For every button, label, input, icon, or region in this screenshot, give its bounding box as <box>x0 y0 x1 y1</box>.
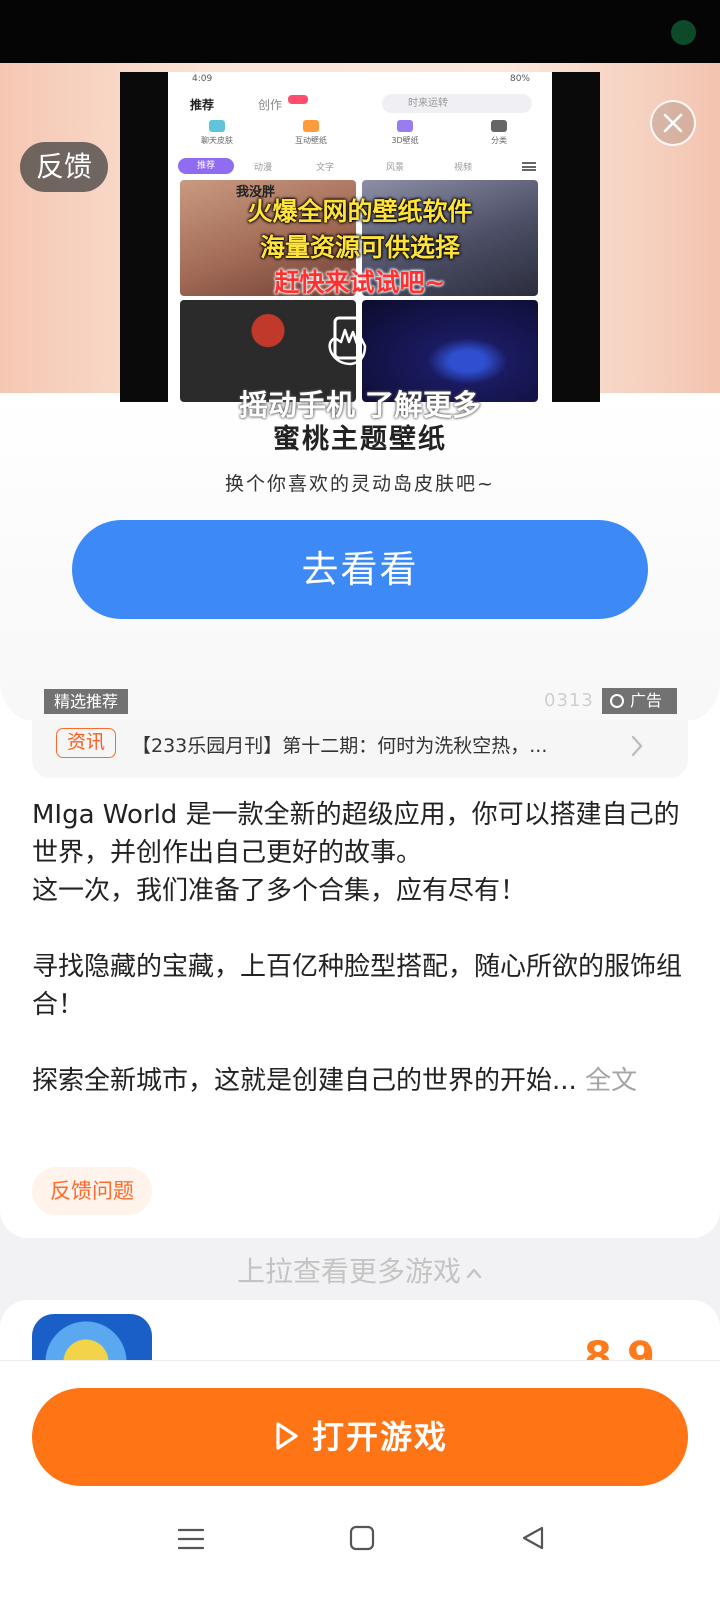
play-icon <box>276 1422 298 1450</box>
ad-title: 蜜桃主题壁纸 <box>273 424 447 455</box>
recent-apps-icon[interactable] <box>178 1527 204 1551</box>
ad-cta-button[interactable]: 去看看 <box>72 520 648 619</box>
description-paragraph: 探索全新城市，这就是创建自己的世界的开始... 全文 <box>32 1062 692 1100</box>
pull-up-hint[interactable]: 上拉查看更多游戏 <box>0 1250 720 1290</box>
video-hot-badge <box>288 95 308 104</box>
video-category-row: 聊天皮肤 互动壁纸 3D壁纸 分类 <box>168 120 552 154</box>
news-bar[interactable]: 资讯 【233乐园月刊】第十二期：何时为洗秋空热，... <box>32 720 688 778</box>
video-subtabs: 推荐 动漫 文字 风景 视频 <box>178 158 542 176</box>
ad-featured-tag: 精选推荐 <box>44 689 129 714</box>
3d-wallpaper-icon <box>397 120 413 132</box>
video-tab-recommend: 推荐 <box>190 98 215 112</box>
video-search-box: 时来运转 <box>382 94 532 113</box>
pull-up-hint-text: 上拉查看更多游戏 <box>236 1255 461 1288</box>
open-game-button[interactable]: 打开游戏 <box>32 1388 688 1486</box>
video-subtab: 视频 <box>454 163 473 173</box>
shake-phone-icon <box>328 316 367 366</box>
game-score: 8.9 <box>584 1334 655 1360</box>
read-full-text-link[interactable]: 全文 <box>585 1066 637 1096</box>
video-overlay-text: 火爆全网的壁纸软件 <box>247 197 473 226</box>
status-bar <box>0 0 720 63</box>
video-phone-status-bar: 4:09 80% <box>168 72 552 88</box>
video-overlay-text: 赶快来试试吧~ <box>274 268 446 297</box>
ad-label: 0313 广告 <box>544 688 677 714</box>
game-icon <box>32 1314 152 1360</box>
video-overlay-text: 海量资源可供选择 <box>259 233 460 262</box>
video-category: 聊天皮肤 <box>182 120 252 146</box>
category-grid-icon <box>491 120 507 132</box>
chevron-right-icon <box>631 735 643 757</box>
video-category: 3D壁纸 <box>370 120 440 146</box>
description-paragraph: 这一次，我们准备了多个合集，应有尽有！ <box>32 876 527 906</box>
game-detail-card: 资讯 【233乐园月刊】第十二期：何时为洗秋空热，... MIga World … <box>0 720 720 1238</box>
report-issue-button[interactable]: 反馈问题 <box>32 1167 152 1215</box>
ad-network-logo-icon <box>610 694 624 708</box>
video-tab-create: 创作 <box>258 98 283 112</box>
news-headline[interactable]: 【233乐园月刊】第十二期：何时为洗秋空热，... <box>132 731 612 758</box>
status-indicator-icon <box>671 20 696 45</box>
back-icon[interactable] <box>520 1525 546 1551</box>
video-status-battery: 80% <box>509 74 530 84</box>
chevron-up-icon <box>466 1268 482 1279</box>
game-description: MIga World 是一款全新的超级应用，你可以搭建自己的世界，并创作出自己更… <box>32 796 692 1100</box>
video-category: 分类 <box>464 120 534 146</box>
chat-skin-icon <box>209 120 225 132</box>
description-text: 探索全新城市，这就是创建自己的世界的开始... <box>32 1066 577 1096</box>
description-paragraph: 寻找隐藏的宝藏，上百亿种脸型搭配，随心所欲的服饰组合！ <box>32 952 683 1020</box>
description-paragraph: MIga World 是一款全新的超级应用，你可以搭建自己的世界，并创作出自己更… <box>32 800 680 868</box>
recommended-game-card[interactable]: 8.9 <box>0 1300 720 1360</box>
video-status-time: 4:09 <box>192 74 213 84</box>
video-app-tabs: 推荐 创作 时来运转 <box>168 92 552 116</box>
ad-close-button[interactable] <box>650 100 696 146</box>
system-navigation-bar <box>0 1515 720 1600</box>
video-subtab-active: 推荐 <box>178 158 234 174</box>
home-icon[interactable] <box>349 1525 375 1551</box>
video-subtab: 文字 <box>316 163 335 173</box>
video-category: 互动壁纸 <box>276 120 346 146</box>
ad-subtitle: 换个你喜欢的灵动岛皮肤吧~ <box>225 473 495 495</box>
ad-feedback-button[interactable]: 反馈 <box>20 142 108 192</box>
live-wallpaper-icon <box>303 120 319 132</box>
ad-video[interactable]: 4:09 80% 推荐 创作 时来运转 聊天皮肤 互动壁纸 3D壁纸 分类 推荐… <box>120 72 600 402</box>
ad-code: 0313 <box>544 690 594 711</box>
video-subtab: 动漫 <box>254 163 273 173</box>
news-badge: 资讯 <box>56 728 116 758</box>
video-subtab: 风景 <box>386 163 405 173</box>
open-game-label: 打开游戏 <box>311 1418 448 1456</box>
close-icon <box>663 113 683 133</box>
ad-panel[interactable]: 4:09 80% 推荐 创作 时来运转 聊天皮肤 互动壁纸 3D壁纸 分类 推荐… <box>0 63 720 720</box>
video-menu-icon <box>522 162 536 171</box>
